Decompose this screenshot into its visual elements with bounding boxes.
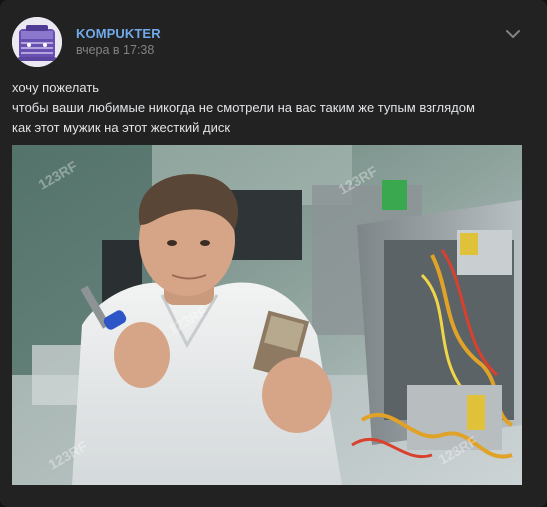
author-name[interactable]: KOMPUKTER <box>76 26 161 41</box>
post-card: KOMPUKTER вчера в 17:38 хочу пожелать чт… <box>0 0 547 507</box>
post-timestamp[interactable]: вчера в 17:38 <box>76 43 154 57</box>
post-text-line: чтобы ваши любимые никогда не смотрели н… <box>12 100 475 115</box>
chevron-down-icon <box>506 30 520 38</box>
post-menu-button[interactable] <box>503 26 523 42</box>
post-text-line: как этот мужик на этот жесткий диск <box>12 120 231 135</box>
community-avatar[interactable] <box>12 17 62 67</box>
post-text-line: хочу пожелать <box>12 80 100 95</box>
post-photo[interactable]: 123RF 123RF 123RF 123RF 123RF <box>12 145 522 485</box>
photo-man-with-hard-drive: 123RF 123RF 123RF 123RF 123RF <box>12 145 522 485</box>
post-text: хочу пожелать чтобы ваши любимые никогда… <box>12 78 532 138</box>
